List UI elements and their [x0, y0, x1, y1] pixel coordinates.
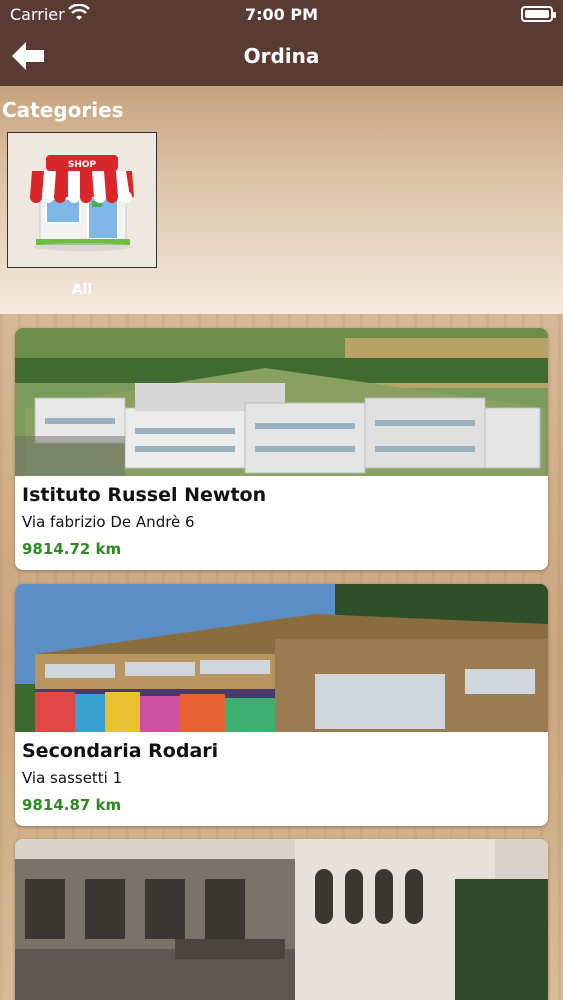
shop-icon: SHOP [8, 133, 156, 267]
category-label-all: All [71, 282, 93, 298]
place-distance: 9814.72 km [22, 540, 122, 558]
categories-heading: Categories [2, 98, 124, 122]
page-title: Ordina [243, 44, 320, 68]
place-card[interactable]: Secondaria Rodari Via sassetti 1 9814.87… [15, 584, 548, 826]
battery-icon [521, 6, 556, 22]
place-card[interactable]: Istituto Russel Newton Via fabrizio De A… [15, 328, 548, 570]
place-name: Istituto Russel Newton [22, 484, 267, 506]
place-distance: 9814.87 km [22, 796, 122, 814]
navigation-bar: Carrier 7:00 PM Ordina [0, 0, 563, 86]
place-address: Via sassetti 1 [22, 769, 123, 787]
place-photo [15, 584, 548, 732]
categories-section: Categories SHOP All [0, 86, 563, 314]
clock: 7:00 PM [244, 5, 318, 24]
category-tile-all[interactable]: SHOP [7, 132, 157, 268]
places-list: Istituto Russel Newton Via fabrizio De A… [0, 314, 563, 1000]
place-name: Secondaria Rodari [22, 740, 219, 762]
place-photo [15, 839, 548, 1000]
place-photo [15, 328, 548, 476]
place-card[interactable] [15, 839, 548, 1000]
shop-sign: SHOP [68, 160, 97, 170]
status-bar: Carrier 7:00 PM [0, 0, 563, 30]
place-address: Via fabrizio De Andrè 6 [22, 513, 195, 531]
